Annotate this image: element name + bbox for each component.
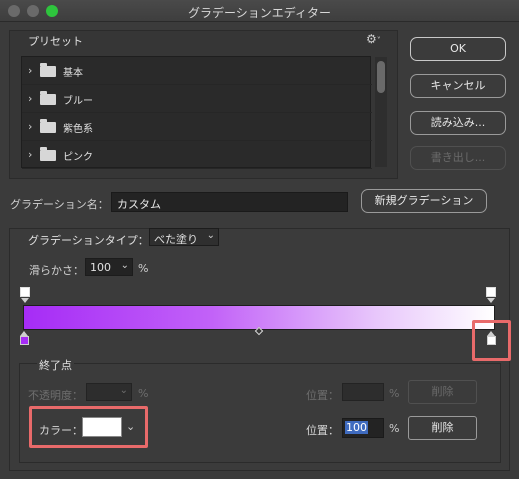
smoothness-input[interactable]: 100 ⌄ bbox=[85, 258, 133, 276]
title-bar: グラデーションエディター bbox=[0, 0, 519, 22]
highlight-annotation bbox=[29, 406, 148, 448]
gradient-name-label: グラデーション名： bbox=[10, 198, 109, 211]
preset-folder-label: ブルー bbox=[63, 96, 93, 107]
presets-label: プリセット bbox=[28, 35, 83, 48]
gradient-type-label: グラデーションタイプ： bbox=[28, 234, 149, 247]
opacity-label: 不透明度： bbox=[28, 389, 83, 402]
chevron-right-icon[interactable]: › bbox=[28, 148, 32, 161]
folder-icon bbox=[40, 147, 56, 161]
cancel-button[interactable]: キャンセル bbox=[410, 74, 506, 98]
preset-folder-row[interactable]: › ブルー bbox=[22, 85, 372, 113]
stops-label: 終了点 bbox=[37, 357, 74, 373]
preset-folder-label: 基本 bbox=[63, 68, 83, 79]
scrollbar-thumb[interactable] bbox=[377, 61, 385, 93]
folder-icon bbox=[40, 63, 56, 77]
gear-icon[interactable]: ⚙˅ bbox=[366, 32, 384, 46]
opacity-unit: % bbox=[138, 387, 149, 400]
opacity-location-label: 位置： bbox=[306, 389, 339, 402]
chevron-down-icon: ⌄ bbox=[119, 385, 128, 396]
smoothness-value: 100 bbox=[90, 261, 111, 274]
delete-color-stop-button[interactable]: 削除 bbox=[408, 416, 477, 440]
preset-folder-label: 紫色系 bbox=[63, 124, 93, 135]
smoothness-unit: % bbox=[138, 262, 149, 275]
preset-folder-row[interactable]: › ピンク bbox=[22, 141, 372, 169]
opacity-location-input[interactable] bbox=[342, 383, 384, 401]
ok-button[interactable]: OK bbox=[410, 37, 506, 61]
delete-opacity-stop-button[interactable]: 削除 bbox=[408, 380, 477, 404]
color-stop-left[interactable] bbox=[20, 336, 29, 345]
opacity-stop-pointer bbox=[487, 298, 495, 303]
preset-folder-row[interactable]: › 紫色系 bbox=[22, 113, 372, 141]
folder-icon bbox=[40, 119, 56, 133]
opacity-input[interactable]: ⌄ bbox=[86, 383, 132, 401]
opacity-location-unit: % bbox=[389, 387, 400, 400]
chevron-down-icon: ⌄ bbox=[206, 230, 215, 241]
opacity-stop-left[interactable] bbox=[20, 287, 30, 297]
chevron-right-icon[interactable]: › bbox=[28, 120, 32, 133]
folder-icon bbox=[40, 91, 56, 105]
opacity-stop-pointer bbox=[21, 298, 29, 303]
gradient-type-select[interactable]: べた塗り ⌄ bbox=[149, 228, 219, 246]
preset-folder-label: ピンク bbox=[63, 152, 93, 163]
gradient-type-value: べた塗り bbox=[154, 233, 198, 246]
smoothness-label: 滑らかさ： bbox=[29, 264, 84, 277]
chevron-right-icon[interactable]: › bbox=[28, 92, 32, 105]
load-button[interactable]: 読み込み... bbox=[410, 111, 506, 135]
preset-scrollbar[interactable] bbox=[375, 57, 387, 167]
export-button[interactable]: 書き出し... bbox=[410, 146, 506, 170]
gradient-name-input[interactable]: カスタム bbox=[111, 192, 348, 212]
color-location-input[interactable]: 100 bbox=[342, 418, 384, 438]
window-title: グラデーションエディター bbox=[188, 6, 331, 20]
preset-list: › 基本 › ブルー › 紫色系 › ピンク bbox=[21, 56, 372, 169]
chevron-right-icon[interactable]: › bbox=[28, 64, 32, 77]
color-location-value: 100 bbox=[345, 421, 368, 434]
preset-folder-row[interactable]: › 基本 bbox=[22, 57, 372, 85]
chevron-down-icon[interactable]: ⌄ bbox=[121, 260, 129, 271]
new-gradient-button[interactable]: 新規グラデーション bbox=[361, 189, 487, 213]
opacity-stop-right[interactable] bbox=[486, 287, 496, 297]
color-location-label: 位置： bbox=[306, 424, 339, 437]
highlight-annotation bbox=[472, 320, 511, 361]
color-location-unit: % bbox=[389, 422, 400, 435]
